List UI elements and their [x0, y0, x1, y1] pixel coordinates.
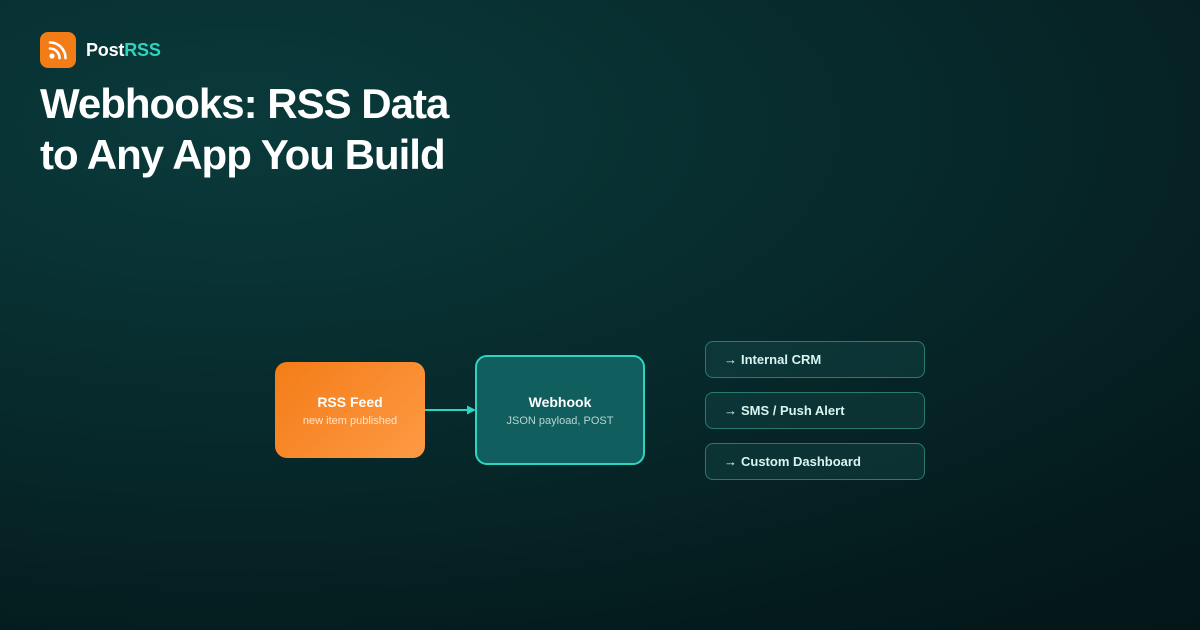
destination-sms-push-alert: → SMS / Push Alert: [705, 392, 925, 429]
brand-name: PostRSS: [86, 40, 161, 61]
page-title-line1: Webhooks: RSS Data: [40, 80, 449, 127]
brand-logo: [40, 32, 76, 68]
right-arrow-icon: →: [724, 403, 737, 418]
rss-icon: [48, 41, 67, 60]
destination-label: SMS / Push Alert: [741, 403, 845, 418]
destination-internal-crm: → Internal CRM: [705, 341, 925, 378]
right-arrow-icon: →: [724, 454, 737, 469]
destination-label: Custom Dashboard: [741, 454, 861, 469]
destination-label: Internal CRM: [741, 352, 822, 367]
brand-name-part2: RSS: [124, 39, 161, 60]
rss-feed-node: RSS Feed new item published: [275, 362, 425, 458]
destination-custom-dashboard: → Custom Dashboard: [705, 443, 925, 480]
rss-feed-node-title: RSS Feed: [317, 393, 383, 410]
webhook-node-title: Webhook: [528, 393, 592, 410]
brand-name-part1: Post: [86, 39, 125, 60]
flow-arrow: [425, 405, 476, 415]
webhook-node: Webhook JSON payload, POST: [475, 355, 645, 465]
page-title: Webhooks: RSS Data to Any App You Build: [40, 78, 600, 180]
right-arrow-icon: →: [724, 352, 737, 367]
rss-feed-node-subtitle: new item published: [302, 414, 398, 427]
page-title-line2: to Any App You Build: [40, 131, 446, 178]
webhook-node-subtitle: JSON payload, POST: [506, 414, 614, 427]
brand: PostRSS: [40, 32, 161, 68]
